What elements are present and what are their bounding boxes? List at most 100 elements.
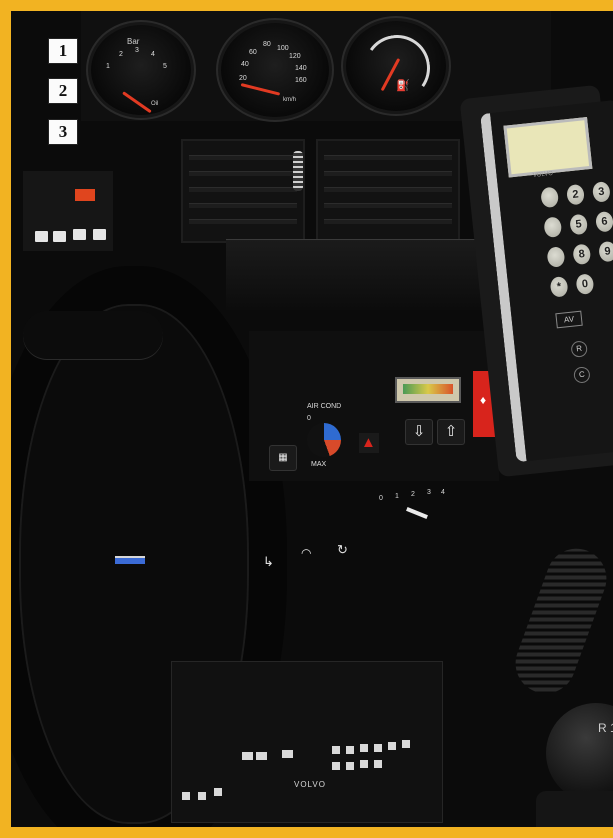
speedometer-gauge: 60 80 100 120 140 160 40 20 km/h: [221, 23, 329, 117]
aircond-label: AIR COND: [307, 403, 342, 410]
floor-airflow-icon[interactable]: ↳: [263, 554, 274, 570]
radio-button[interactable]: [256, 752, 267, 760]
vent-slat: [189, 187, 297, 192]
vent-slat: [189, 171, 297, 176]
gauge-label: Bar: [127, 37, 140, 46]
warning-indicator: [75, 189, 95, 201]
switch-button[interactable]: [53, 231, 66, 242]
vent-slat: [324, 187, 452, 192]
gauge-tick: 40: [241, 61, 249, 68]
fan-scale-mark: 4: [441, 489, 445, 496]
gauge-sublabel: Oil: [151, 101, 159, 107]
gauge-tick: 100: [277, 45, 289, 52]
radio-button[interactable]: [242, 752, 253, 760]
airflow-modes: ↳ ◠ ↻: [251, 536, 371, 569]
phone-key[interactable]: [540, 186, 560, 209]
radio-button[interactable]: [214, 788, 222, 796]
hazard-button[interactable]: ▲: [359, 433, 379, 453]
callout-3: 3: [48, 119, 78, 145]
phone-brand: VOLVO: [532, 170, 554, 179]
recirculation-icon[interactable]: ↻: [337, 542, 348, 558]
radio-button[interactable]: [332, 762, 340, 770]
fan-scale: 0 1 2 3 4: [379, 489, 459, 503]
fan-scale-mark: 2: [411, 491, 415, 498]
air-vent-left[interactable]: [181, 139, 305, 243]
radio-brand: VOLVO: [294, 780, 326, 789]
gauge-scale: [358, 29, 436, 107]
air-vent-right[interactable]: [316, 139, 460, 243]
phone-key[interactable]: *: [549, 276, 569, 298]
gauge-tick: 1: [106, 63, 110, 70]
radio-button[interactable]: [332, 746, 340, 754]
fan-lever[interactable]: [406, 507, 428, 519]
temp-up-button[interactable]: ⇧: [437, 419, 465, 445]
gauge-tick: 3: [135, 47, 139, 54]
radio-button[interactable]: [346, 746, 354, 754]
windscreen-airflow-icon[interactable]: ◠: [301, 546, 311, 560]
phone-av-button[interactable]: AV: [555, 310, 583, 329]
fan-scale-mark: 1: [395, 493, 399, 500]
phone-key[interactable]: 6: [595, 210, 613, 233]
radio-cassette-unit: VOLVO: [171, 661, 443, 823]
vent-slat: [189, 203, 297, 208]
gear-pattern-label: R 1: [598, 721, 613, 735]
phone-key[interactable]: 2: [566, 183, 586, 206]
aircond-dial[interactable]: [307, 423, 341, 457]
switch-button[interactable]: [35, 231, 48, 242]
phone-key[interactable]: 9: [598, 240, 613, 263]
gauge-tick: 2: [119, 51, 123, 58]
vent-slat: [324, 155, 452, 160]
vent-slat: [324, 171, 452, 176]
gear-boot: [536, 791, 613, 827]
fan-scale-mark: 0: [379, 495, 383, 502]
climate-panel: AIR COND 0 MAX ▦ ▲ ⇩ ⇧ ♦: [249, 331, 499, 481]
temperature-slider-display[interactable]: [395, 377, 461, 403]
radio-button[interactable]: [346, 762, 354, 770]
aircond-zero-label: 0: [307, 415, 311, 422]
phone-key[interactable]: [543, 216, 563, 239]
radio-button[interactable]: [360, 760, 368, 768]
gauge-tick: 120: [289, 53, 301, 60]
vent-slat: [189, 155, 297, 160]
gauge-needle: [240, 83, 281, 96]
vent-slat: [324, 219, 452, 224]
photo-frame: Bar 1 2 3 4 5 Oil 60 80 100 120 140 160 …: [0, 0, 613, 838]
radio-button[interactable]: [198, 792, 206, 800]
radio-button[interactable]: [182, 792, 190, 800]
phone-key[interactable]: 0: [575, 273, 595, 295]
radio-button[interactable]: [402, 740, 410, 748]
gauge-tick: 5: [163, 63, 167, 70]
vent-adjust-wheel[interactable]: [293, 151, 303, 191]
phone-r-button[interactable]: R: [570, 340, 588, 358]
radio-button[interactable]: [374, 760, 382, 768]
storage-tray: [226, 239, 486, 310]
indicator-strip: [115, 556, 145, 564]
phone-c-button[interactable]: C: [573, 366, 591, 384]
stalk-lever[interactable]: [23, 311, 163, 359]
gauge-sublabel: km/h: [283, 97, 297, 103]
phone-key[interactable]: [546, 246, 566, 268]
gear-shift-knob[interactable]: R 1: [546, 703, 613, 803]
radio-button[interactable]: [360, 744, 368, 752]
bell-icon: ♦: [480, 393, 487, 407]
rear-defrost-button[interactable]: ▦: [269, 445, 297, 471]
radio-button[interactable]: [282, 750, 293, 758]
gauge-tick: 4: [151, 51, 155, 58]
temp-down-button[interactable]: ⇩: [405, 419, 433, 445]
gauge-tick: 80: [263, 41, 271, 48]
hazard-triangle-icon: ▲: [361, 434, 376, 451]
vent-slat: [324, 203, 452, 208]
callout-2: 2: [48, 78, 78, 104]
gauge-tick: 20: [239, 75, 247, 82]
switch-button[interactable]: [93, 229, 106, 240]
radio-button[interactable]: [374, 744, 382, 752]
fan-scale-mark: 3: [427, 489, 431, 496]
radio-button[interactable]: [388, 742, 396, 750]
phone-key[interactable]: 3: [591, 181, 611, 203]
fuel-gauge: ⛽: [346, 21, 446, 111]
switch-button[interactable]: [73, 229, 86, 240]
phone-key[interactable]: 8: [572, 243, 592, 266]
oil-pressure-gauge: Bar 1 2 3 4 5 Oil: [91, 25, 191, 115]
gauge-tick: 60: [249, 49, 257, 56]
phone-key[interactable]: 5: [569, 213, 589, 236]
